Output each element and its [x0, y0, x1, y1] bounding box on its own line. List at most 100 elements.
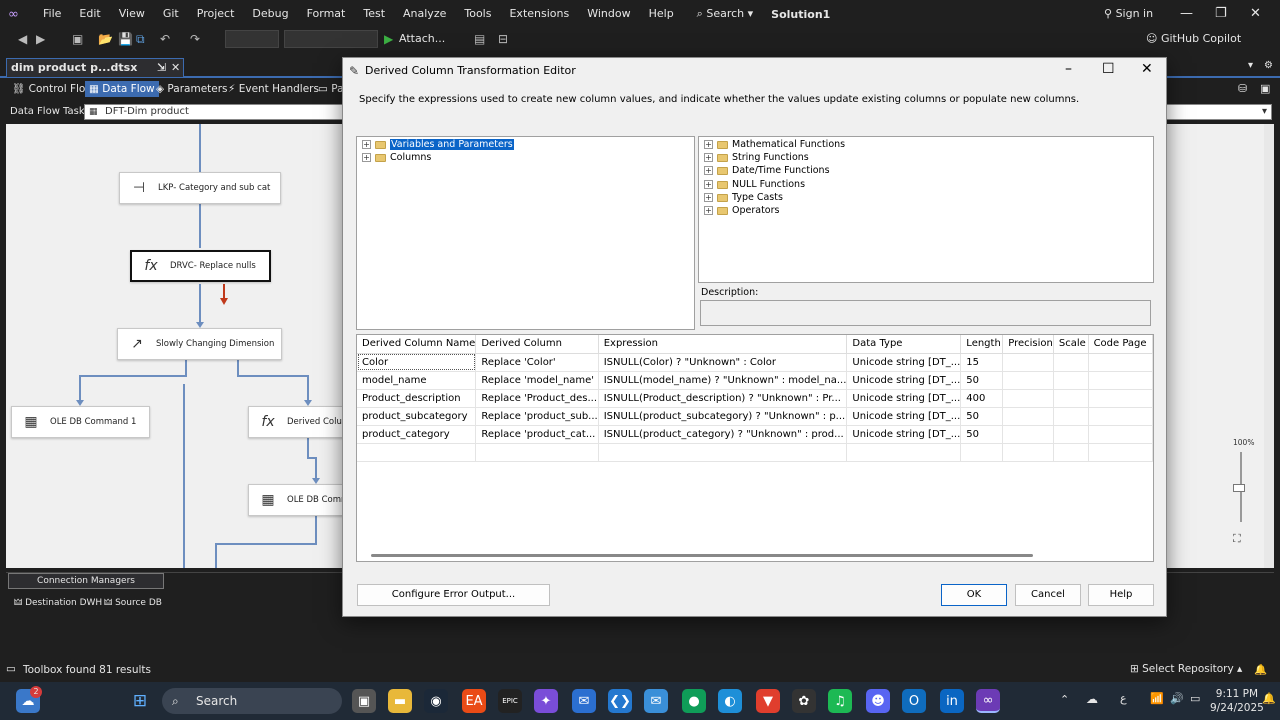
table-cell[interactable]: 50 [960, 425, 1004, 444]
table-cell[interactable] [475, 443, 599, 462]
settings-icon[interactable]: ⚙ [1264, 60, 1273, 71]
table-row[interactable]: Color Replace 'Color' ISNULL(Color) ? "U… [357, 353, 1153, 372]
visual-studio-icon[interactable]: ∞ [976, 689, 1000, 713]
table-cell[interactable]: ISNULL(Color) ? "Unknown" : Color [598, 353, 848, 372]
tree-item-null[interactable]: + NULL Functions [704, 178, 805, 191]
tree-item-operators[interactable]: + Operators [704, 204, 779, 217]
tree-item-string[interactable]: + String Functions [704, 151, 809, 164]
table-cell[interactable]: 50 [960, 407, 1004, 426]
table-cell[interactable]: Replace 'Product_des... [475, 389, 599, 408]
table-cell[interactable] [846, 443, 962, 462]
canvas-scrollbar[interactable] [1264, 124, 1274, 568]
pin-icon[interactable]: ⇲ [157, 59, 166, 77]
browse-icon[interactable]: ▤ [474, 32, 485, 46]
connection-source-db[interactable]: 🜲 Source DB [104, 593, 162, 611]
search-menu[interactable]: ⌕ Search ▾ [691, 0, 760, 28]
palette-icon[interactable]: ▣ [1260, 82, 1270, 95]
back-icon[interactable]: ◀ [18, 32, 27, 46]
expand-icon[interactable]: + [362, 153, 371, 162]
battery-icon[interactable]: ▭ [1190, 692, 1200, 705]
table-cell[interactable]: model_name [357, 371, 477, 390]
menu-edit[interactable]: Edit [70, 0, 109, 28]
table-cell[interactable]: Replace 'product_cat... [475, 425, 599, 444]
column-header[interactable]: Expression [598, 335, 848, 354]
table-row[interactable]: product_category Replace 'product_cat...… [357, 425, 1153, 444]
open-icon[interactable]: 📂 [98, 32, 113, 46]
menu-window[interactable]: Window [578, 0, 639, 28]
dialog-maximize-icon[interactable]: ☐ [1102, 61, 1115, 77]
task-view-icon[interactable]: ▣ [352, 689, 376, 713]
save-all-icon[interactable]: ⧉ [136, 32, 145, 47]
select-repository-button[interactable]: ⊞ Select Repository ▴ [1130, 663, 1242, 675]
connection-managers-tab[interactable]: Connection Managers [8, 573, 164, 589]
table-cell[interactable] [1053, 389, 1089, 408]
play-icon[interactable]: ▶ [384, 32, 393, 46]
tree-item-math[interactable]: + Mathematical Functions [704, 138, 845, 151]
table-cell[interactable] [1088, 389, 1153, 408]
column-header[interactable]: Scale [1053, 335, 1089, 354]
document-tab[interactable]: dim product p...dtsx [Design] ⇲ ✕ [6, 58, 184, 92]
menu-git[interactable]: Git [154, 0, 188, 28]
save-icon[interactable]: 💾 [118, 32, 133, 46]
table-cell[interactable]: Color [357, 353, 477, 372]
steam-icon[interactable]: ◉ [424, 689, 448, 713]
redo-icon[interactable]: ↷ [190, 32, 200, 46]
table-cell[interactable]: 50 [960, 371, 1004, 390]
table-cell[interactable]: ISNULL(model_name) ? "Unknown" : model_n… [598, 371, 848, 390]
config-combo[interactable] [225, 30, 279, 48]
table-cell[interactable] [1053, 425, 1089, 444]
column-header[interactable]: Data Type [846, 335, 962, 354]
variables-columns-tree[interactable]: + Variables and Parameters + Columns [356, 136, 695, 330]
expand-icon[interactable]: + [704, 180, 713, 189]
tab-data-flow[interactable]: ▦ Data Flow [85, 81, 159, 97]
table-cell[interactable] [1002, 353, 1054, 372]
tab-close-icon[interactable]: ✕ [171, 59, 180, 77]
fit-view-icon[interactable]: ⛶ [1233, 532, 1241, 546]
column-header[interactable]: Derived Column [475, 335, 599, 354]
zoom-slider-thumb[interactable] [1233, 484, 1245, 492]
chevron-down-icon[interactable]: ▾ [1262, 105, 1267, 119]
notifications-icon[interactable]: 🔔 [1254, 663, 1267, 676]
attach-label[interactable]: Attach... [399, 32, 445, 45]
epic-games-icon[interactable]: EPIC [498, 689, 522, 713]
menu-debug[interactable]: Debug [243, 0, 297, 28]
expand-icon[interactable]: + [704, 153, 713, 162]
table-cell[interactable] [1088, 425, 1153, 444]
table-cell[interactable] [598, 443, 848, 462]
table-row[interactable]: Product_description Replace 'Product_des… [357, 389, 1153, 408]
expand-icon[interactable]: + [704, 140, 713, 149]
node-scd[interactable]: ↗ Slowly Changing Dimension [117, 328, 282, 360]
menu-file[interactable]: File [34, 0, 70, 28]
column-header[interactable]: Derived Column Name [357, 335, 477, 354]
menu-extensions[interactable]: Extensions [500, 0, 578, 28]
discord-icon[interactable]: ☻ [866, 689, 890, 713]
node-ole-db-command-1[interactable]: ▦ OLE DB Command 1 [11, 406, 150, 438]
outlook-new-icon[interactable]: O [902, 689, 926, 713]
database-icon[interactable]: ⛁ [1238, 82, 1247, 95]
table-cell[interactable]: product_subcategory [357, 407, 477, 426]
tree-item-columns[interactable]: + Columns [362, 151, 431, 164]
table-cell[interactable]: Unicode string [DT_... [846, 389, 962, 408]
table-cell[interactable]: Unicode string [DT_... [846, 407, 962, 426]
tree-item-typecasts[interactable]: + Type Casts [704, 191, 783, 204]
new-project-icon[interactable]: ▣ [72, 32, 83, 46]
table-cell[interactable] [1002, 371, 1054, 390]
table-cell[interactable] [960, 443, 1004, 462]
forward-icon[interactable]: ▶ [36, 32, 45, 46]
github-copilot-button[interactable]: ☺ GitHub Copilot [1146, 32, 1241, 45]
table-cell[interactable] [1002, 407, 1054, 426]
spotify-icon[interactable]: ♫ [828, 689, 852, 713]
table-cell[interactable]: 15 [960, 353, 1004, 372]
ok-button[interactable]: OK [941, 584, 1007, 606]
close-icon[interactable]: ✕ [1250, 6, 1261, 21]
feedly-icon[interactable]: ● [682, 689, 706, 713]
table-cell[interactable] [1088, 353, 1153, 372]
table-cell[interactable] [1088, 371, 1153, 390]
minimize-icon[interactable]: — [1180, 6, 1193, 21]
notification-center-icon[interactable]: 🔔 [1262, 692, 1276, 705]
table-cell[interactable] [1002, 443, 1054, 462]
chatgpt-icon[interactable]: ✿ [792, 689, 816, 713]
table-row[interactable]: product_subcategory Replace 'product_sub… [357, 407, 1153, 426]
table-cell[interactable]: Unicode string [DT_... [846, 353, 962, 372]
table-cell[interactable]: Unicode string [DT_... [846, 371, 962, 390]
